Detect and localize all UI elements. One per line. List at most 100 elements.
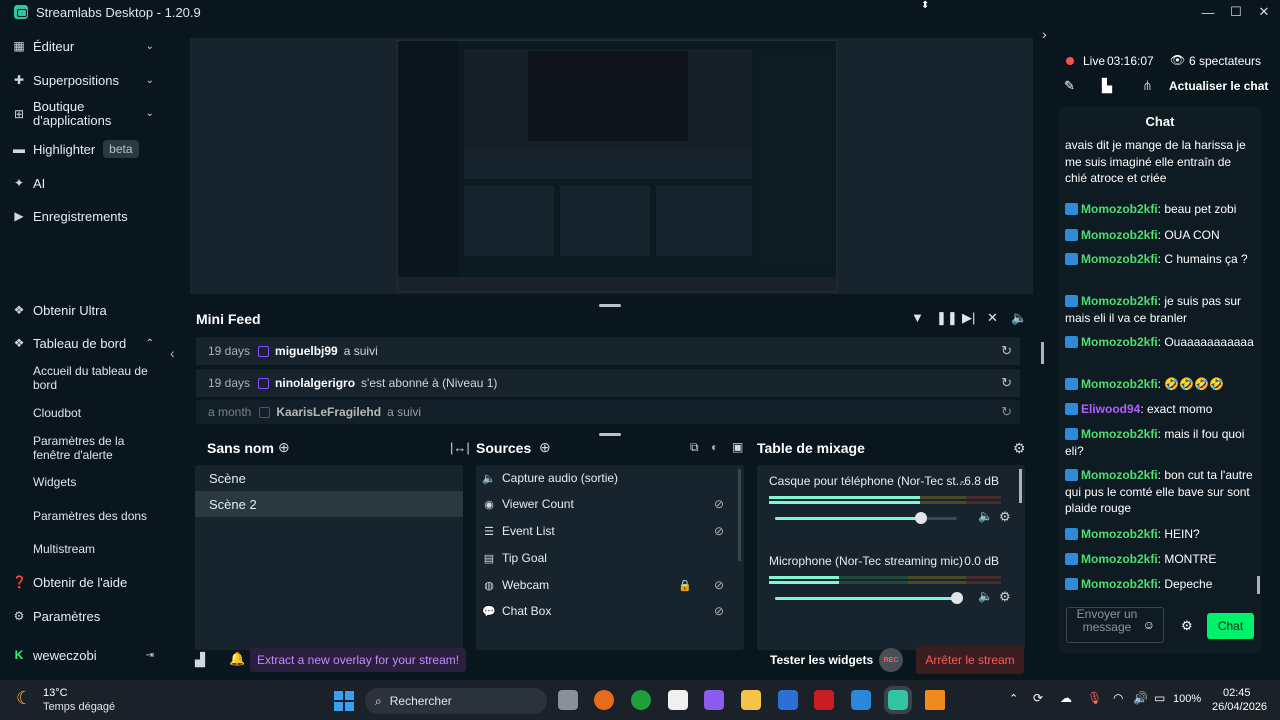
- battery-icon[interactable]: ▭: [1154, 691, 1165, 705]
- minifeed-scrollbar[interactable]: [1041, 342, 1044, 364]
- chat-input[interactable]: Envoyer un message ☺: [1066, 607, 1164, 643]
- app-icon[interactable]: [778, 690, 798, 710]
- subitem-cloudbot[interactable]: Cloudbot: [33, 406, 153, 420]
- stop-stream-button[interactable]: Arrêter le stream: [916, 646, 1024, 674]
- source-item[interactable]: ☰ Event List ⊘: [482, 518, 742, 544]
- dashboard-icon[interactable]: ▙: [1102, 78, 1112, 94]
- mcafee-icon[interactable]: [814, 690, 834, 710]
- chat-settings-icon[interactable]: ⚙: [1181, 618, 1193, 634]
- subitem-alerte[interactable]: Paramètres de la fenêtre d'alerte: [33, 434, 153, 462]
- copilot-icon[interactable]: [704, 690, 724, 710]
- volume-slider[interactable]: [775, 592, 963, 604]
- sources-scrollbar[interactable]: [738, 469, 741, 561]
- clock-date[interactable]: 26/04/2026: [1212, 701, 1267, 713]
- weather-temp[interactable]: 13°C: [43, 687, 68, 699]
- record-button[interactable]: REC: [879, 648, 903, 672]
- streamlabs-taskbar-icon[interactable]: [884, 686, 912, 714]
- source-item[interactable]: ◉ Viewer Count ⊘: [482, 491, 742, 517]
- chat-scrollbar[interactable]: [1257, 576, 1260, 594]
- share-icon[interactable]: ⋔: [1142, 78, 1153, 94]
- store-icon[interactable]: [668, 690, 688, 710]
- source-item[interactable]: ▤ Tip Goal: [482, 545, 742, 571]
- source-item[interactable]: 💬 Chat Box ⊘: [482, 598, 742, 624]
- mute-alerts-icon[interactable]: ✕: [987, 310, 998, 326]
- scene-item-selected[interactable]: Scène 2: [195, 491, 463, 517]
- hidden-icon[interactable]: ⊘: [714, 604, 724, 618]
- sidebar-item-ai[interactable]: ✦ AI: [0, 175, 166, 191]
- test-widgets-button[interactable]: Tester les widgets: [770, 653, 873, 667]
- volume-slider-knob[interactable]: [914, 512, 927, 524]
- volume-slider[interactable]: [775, 512, 957, 524]
- minimize-button[interactable]: —: [1194, 0, 1222, 24]
- subitem-multistream[interactable]: Multistream: [33, 542, 153, 556]
- subitem-dons[interactable]: Paramètres des dons: [33, 509, 153, 523]
- sidebar-item-ultra[interactable]: ❖ Obtenir Ultra: [0, 302, 166, 318]
- gear-icon[interactable]: ⚙: [999, 509, 1011, 525]
- add-source-icon[interactable]: ⊕: [539, 439, 551, 456]
- mail-icon[interactable]: [851, 690, 871, 710]
- wifi-icon[interactable]: ◠: [1113, 691, 1123, 705]
- stats-icon[interactable]: ▟: [195, 652, 205, 668]
- collapse-sidebar-icon[interactable]: ‹: [170, 345, 175, 361]
- edit-stream-icon[interactable]: ✎: [1064, 78, 1075, 94]
- vlc-icon[interactable]: [925, 690, 945, 710]
- notification-bell-icon[interactable]: 🔔: [229, 651, 245, 667]
- folder-icon[interactable]: ▣: [732, 440, 743, 454]
- firefox-icon[interactable]: [594, 690, 614, 710]
- sidebar-item-boutique[interactable]: ⊞ Boutique d'applications ⌄: [0, 100, 166, 128]
- chat-send-button[interactable]: Chat: [1207, 613, 1254, 639]
- volume-icon[interactable]: 🔈: [1011, 310, 1027, 326]
- add-scene-icon[interactable]: ⊕: [278, 439, 290, 456]
- lock-icon[interactable]: 🔒: [678, 579, 692, 592]
- task-view-icon[interactable]: [558, 690, 578, 710]
- speaker-icon[interactable]: 🔈: [978, 589, 993, 603]
- subitem-accueil[interactable]: Accueil du tableau de bord: [33, 364, 153, 392]
- windows-start-icon[interactable]: [334, 691, 354, 711]
- source-item[interactable]: ◍ Webcam 🔒 ⊘: [482, 572, 742, 598]
- replay-icon[interactable]: ↻: [1001, 375, 1012, 391]
- replay-icon[interactable]: ↻: [1001, 404, 1012, 420]
- tray-chevron-up-icon[interactable]: ⌃: [1009, 692, 1018, 705]
- speaker-icon[interactable]: 🔈: [978, 509, 993, 523]
- resize-handle[interactable]: [599, 304, 621, 307]
- volume-icon[interactable]: 🔊: [1133, 691, 1148, 705]
- sidebar-item-tableau-de-bord[interactable]: ❖ Tableau de bord ⌃: [0, 335, 166, 351]
- xbox-icon[interactable]: [631, 690, 651, 710]
- sidebar-item-editeur[interactable]: ▦ Éditeur ⌄: [0, 38, 166, 54]
- hidden-icon[interactable]: ⊘: [714, 497, 724, 511]
- sidebar-item-parametres[interactable]: ⚙ Paramètres: [0, 608, 166, 624]
- emoji-icon[interactable]: ☺: [1143, 619, 1155, 632]
- source-item[interactable]: 🔈 Capture audio (sortie): [482, 465, 742, 491]
- hidden-icon[interactable]: ⊘: [714, 578, 724, 592]
- scene-item[interactable]: Scène: [195, 465, 463, 491]
- volume-slider-knob[interactable]: [951, 592, 963, 604]
- weather-desc[interactable]: Temps dégagé: [43, 701, 115, 713]
- clock-time[interactable]: 02:45: [1223, 687, 1251, 699]
- mixer-settings-icon[interactable]: ⚙: [1013, 440, 1026, 457]
- gear-icon[interactable]: ⚙: [999, 589, 1011, 605]
- replay-icon[interactable]: ↻: [1001, 343, 1012, 359]
- hidden-icon[interactable]: ⊘: [714, 524, 724, 538]
- cloud-icon[interactable]: ☁: [1060, 691, 1072, 705]
- sidebar-item-user[interactable]: K weweczobi ⇥: [0, 647, 166, 663]
- maximize-button[interactable]: ☐: [1222, 0, 1250, 24]
- group-icon[interactable]: ⧉: [690, 440, 699, 455]
- sidebar-item-superpositions[interactable]: ✚ Superpositions ⌄: [0, 72, 166, 88]
- sidebar-item-enregistrements[interactable]: ▶ Enregistrements: [0, 208, 166, 224]
- audio-settings-icon[interactable]: ◐: [711, 440, 718, 454]
- microphone-icon[interactable]: 🎙: [1087, 691, 1102, 705]
- skip-icon[interactable]: ▶|: [962, 310, 975, 326]
- close-button[interactable]: ✕: [1250, 0, 1278, 24]
- resize-handle[interactable]: [599, 433, 621, 436]
- sidebar-item-highlighter[interactable]: ▬ Highlighter beta: [0, 140, 166, 158]
- pause-icon[interactable]: ❚❚: [936, 310, 958, 326]
- stream-preview[interactable]: [190, 38, 1033, 294]
- mixer-scrollbar[interactable]: [1019, 469, 1022, 503]
- taskbar-search[interactable]: ⌕ Rechercher: [365, 688, 547, 714]
- scene-transitions-icon[interactable]: |↔|: [450, 440, 470, 455]
- sidebar-item-aide[interactable]: ❓ Obtenir de l'aide: [0, 574, 166, 590]
- sync-icon[interactable]: ⟳: [1033, 691, 1043, 705]
- expand-panel-icon[interactable]: ›: [1042, 26, 1047, 42]
- refresh-chat-button[interactable]: Actualiser le chat: [1169, 79, 1268, 93]
- filter-icon[interactable]: ▼: [911, 310, 924, 325]
